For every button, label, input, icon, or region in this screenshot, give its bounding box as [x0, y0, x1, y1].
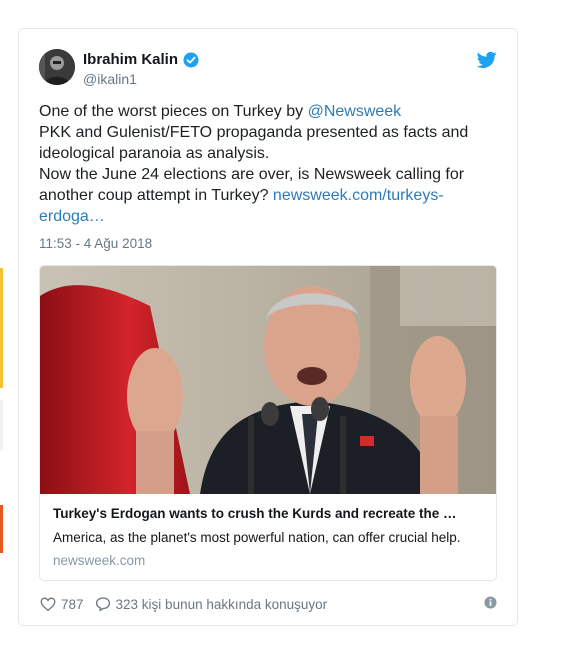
verified-badge-icon — [183, 52, 199, 67]
tweet-text-line: Now the June 24 elections are over, is N… — [39, 166, 465, 183]
embedded-tweet-card: Ibrahim Kalin @ikalin1 One of the worst … — [18, 28, 518, 626]
link-card-description: America, as the planet's most powerful n… — [53, 530, 461, 545]
like-button[interactable]: 787 — [39, 595, 84, 613]
tweet-text-line: One of the worst pieces on Turkey by @Ne… — [39, 101, 499, 122]
tweet-text-segment: One of the worst pieces on Turkey by — [39, 103, 308, 120]
reply-conversation-button[interactable]: 323 kişi bunun hakkında konuşuyor — [94, 595, 328, 613]
tweet-text-line: ideological paranoia as analysis. — [39, 145, 270, 162]
article-link[interactable]: newsweek.com/turkeys- — [273, 187, 444, 204]
background-fragment — [0, 400, 3, 450]
mention-link[interactable]: @Newsweek — [308, 103, 402, 120]
tweet-text-line: erdoga… — [39, 206, 499, 227]
tweet-text-line: another coup attempt in Turkey? newsweek… — [39, 185, 499, 206]
author-handle[interactable]: @ikalin1 — [83, 71, 137, 87]
like-count: 787 — [61, 596, 84, 612]
author-name[interactable]: Ibrahim Kalin — [83, 51, 178, 68]
conversation-count-text: 323 kişi bunun hakkında konuşuyor — [115, 596, 328, 612]
article-link-continued[interactable]: erdoga… — [39, 208, 105, 225]
heart-icon — [40, 597, 56, 612]
background-fragment — [0, 268, 3, 388]
tweet-timestamp[interactable]: 11:53 - 4 Ağu 2018 — [39, 236, 152, 251]
link-preview-card[interactable]: Turkey's Erdogan wants to crush the Kurd… — [39, 265, 497, 581]
tweet-text-line: PKK and Gulenist/FETO propaganda present… — [39, 124, 469, 141]
avatar[interactable] — [39, 49, 75, 85]
tweet-text-segment: another coup attempt in Turkey? — [39, 187, 273, 204]
speech-bubble-icon — [95, 597, 110, 612]
author-name-row[interactable]: Ibrahim Kalin — [83, 51, 199, 68]
twitter-bird-icon[interactable] — [477, 51, 497, 69]
article-photo — [40, 266, 496, 494]
link-card-title[interactable]: Turkey's Erdogan wants to crush the Kurd… — [53, 506, 485, 521]
tweet-text: One of the worst pieces on Turkey by @Ne… — [39, 101, 499, 227]
link-card-domain: newsweek.com — [53, 553, 146, 568]
background-page-edge — [0, 0, 6, 652]
info-icon[interactable] — [484, 596, 497, 609]
avatar-image — [39, 49, 75, 85]
background-fragment — [0, 505, 3, 553]
tweet-actions: 787 323 kişi bunun hakkında konuşuyor — [39, 595, 337, 613]
